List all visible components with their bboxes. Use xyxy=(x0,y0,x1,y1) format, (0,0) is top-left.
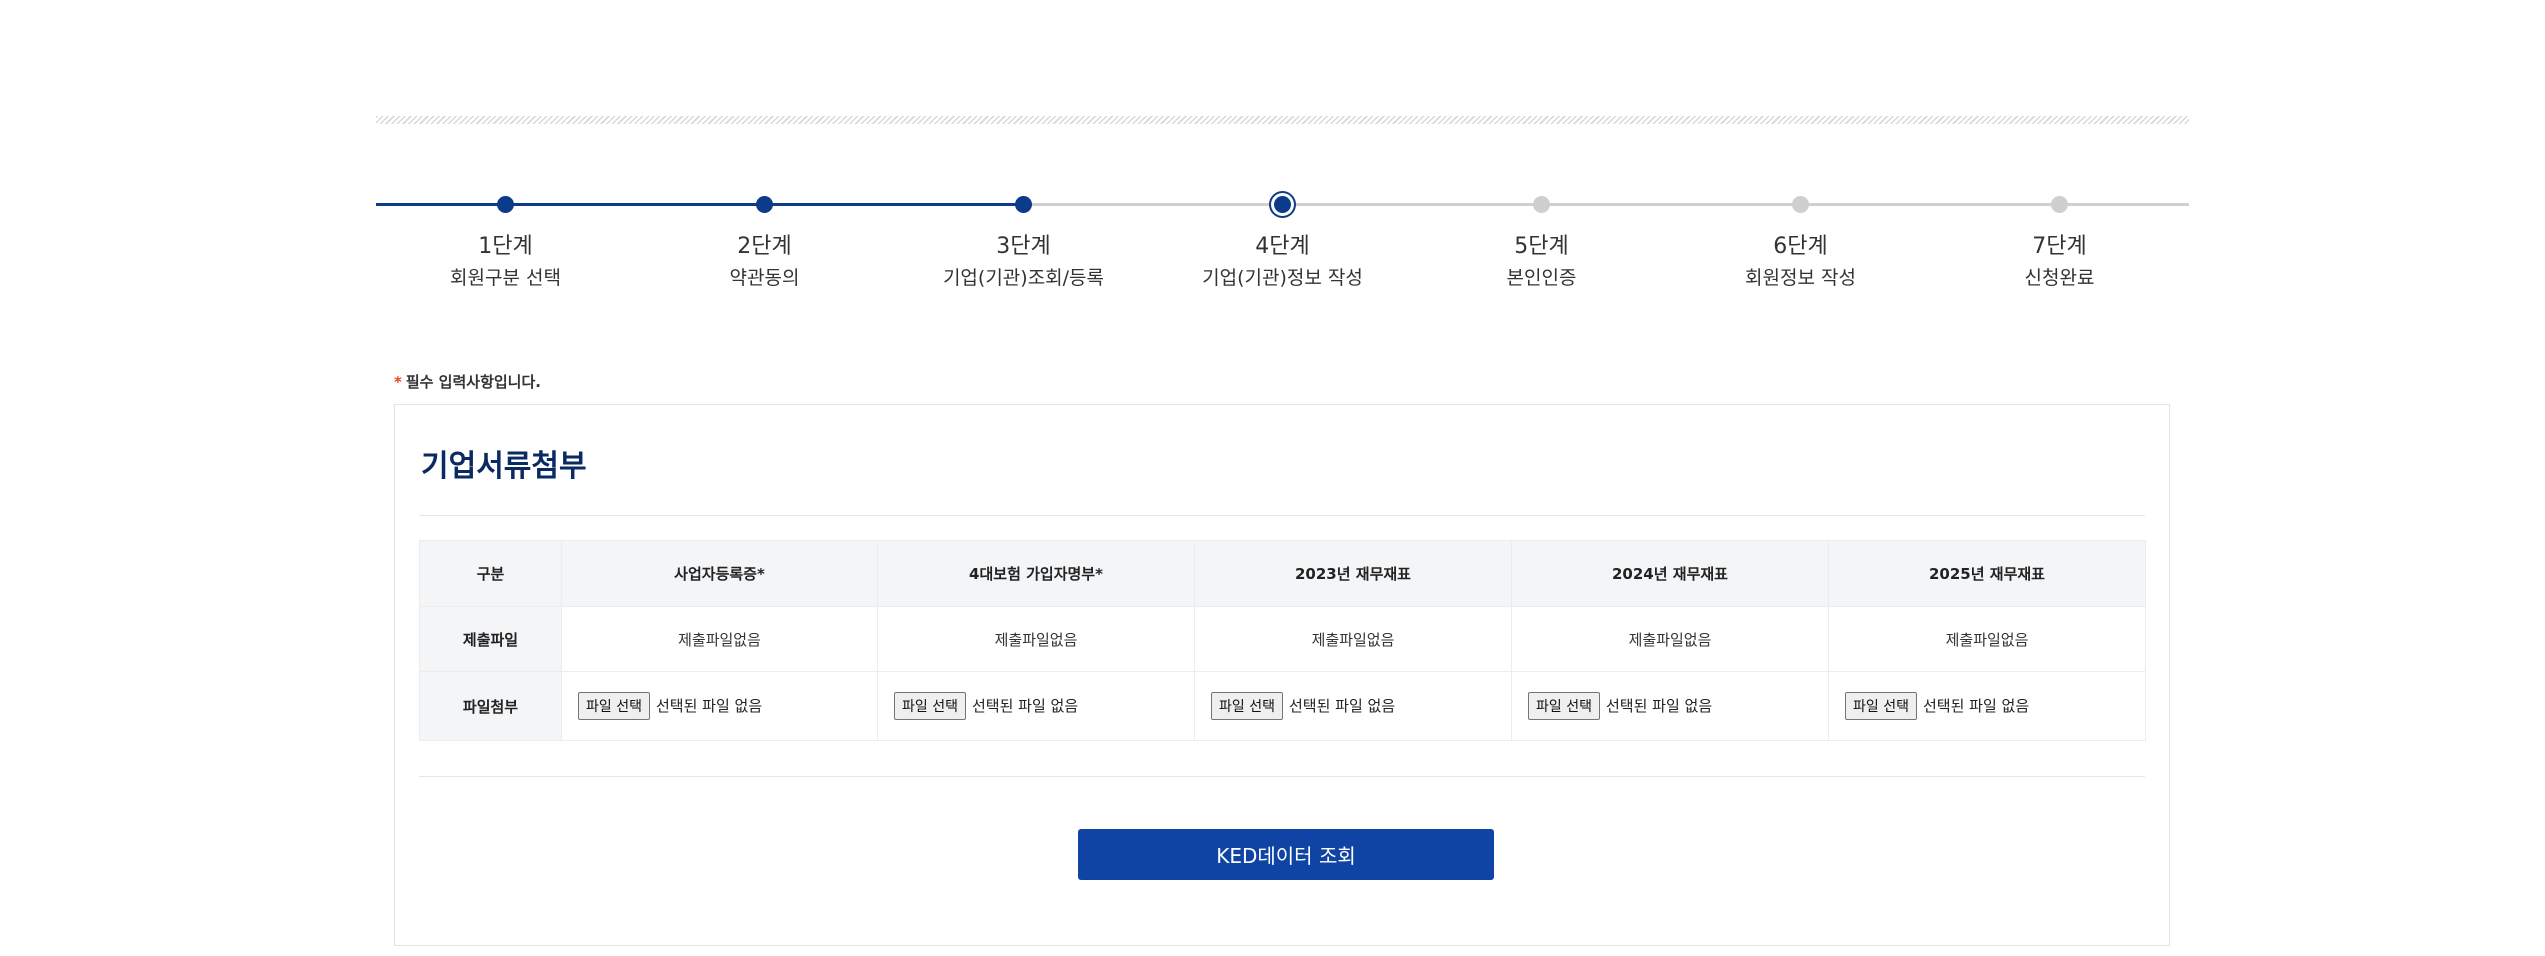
header-business-registration: 사업자등록증* xyxy=(561,540,878,607)
table-row-attach: 파일첨부 파일 선택 선택된 파일 없음 파일 선택 선택된 파일 없음 파일 선택… xyxy=(419,671,2146,741)
row-label-submitted: 제출파일 xyxy=(419,606,562,672)
step-4-name: 기업(기관)정보 작성 xyxy=(1202,267,1363,289)
required-note: * 필수 입력사항입니다. xyxy=(394,371,541,392)
hatch-divider xyxy=(376,116,2189,124)
submitted-file-4: 제출파일없음 xyxy=(1511,606,1829,672)
file-select-button-1[interactable]: 파일 선택 xyxy=(578,692,650,720)
step-5-dot xyxy=(1533,195,1550,213)
table-header-row: 구분 사업자등록증* 4대보험 가입자명부* 2023년 재무재표 2024년 … xyxy=(419,540,2146,607)
file-select-button-2[interactable]: 파일 선택 xyxy=(894,692,966,720)
file-status-5: 선택된 파일 없음 xyxy=(1922,697,2030,715)
document-table: 구분 사업자등록증* 4대보험 가입자명부* 2023년 재무재표 2024년 … xyxy=(419,540,2146,741)
file-select-button-4[interactable]: 파일 선택 xyxy=(1528,692,1600,720)
step-6-name: 회원정보 작성 xyxy=(1745,267,1856,289)
step-7-number: 7단계 xyxy=(2032,234,2087,259)
step-3: 3단계 기업(기관)조회/등록 xyxy=(894,188,1153,290)
step-1-name: 회원구분 선택 xyxy=(450,267,561,289)
step-1-dot xyxy=(497,195,514,213)
ked-data-lookup-button[interactable]: KED데이터 조회 xyxy=(1078,829,1494,880)
step-5-number: 5단계 xyxy=(1514,234,1569,259)
file-input-5: 파일 선택 선택된 파일 없음 xyxy=(1828,671,2146,741)
step-3-name: 기업(기관)조회/등록 xyxy=(942,267,1105,289)
card-bottom-divider xyxy=(419,776,2145,777)
file-input-3: 파일 선택 선택된 파일 없음 xyxy=(1194,671,1512,741)
step-2-number: 2단계 xyxy=(737,234,792,259)
file-status-2: 선택된 파일 없음 xyxy=(971,697,1079,715)
step-3-number: 3단계 xyxy=(996,234,1051,259)
header-financial-2024: 2024년 재무재표 xyxy=(1511,540,1829,607)
submitted-file-1: 제출파일없음 xyxy=(561,606,878,672)
submitted-file-5: 제출파일없음 xyxy=(1828,606,2146,672)
signup-page: 1단계 회원구분 선택 2단계 약관동의 3단계 기업(기관)조회/등록 4단계… xyxy=(0,0,2545,956)
file-input-1: 파일 선택 선택된 파일 없음 xyxy=(561,671,878,741)
header-corner: 구분 xyxy=(419,540,562,607)
step-7-dot xyxy=(2051,195,2068,213)
header-financial-2023: 2023년 재무재표 xyxy=(1194,540,1512,607)
step-6-dot xyxy=(1792,195,1809,213)
step-1: 1단계 회원구분 선택 xyxy=(376,188,635,290)
required-star: * xyxy=(394,373,402,391)
step-progress: 1단계 회원구분 선택 2단계 약관동의 3단계 기업(기관)조회/등록 4단계… xyxy=(376,188,2189,308)
step-7-name: 신청완료 xyxy=(2024,267,2095,289)
document-attach-card: 기업서류첨부 구분 사업자등록증* 4대보험 가입자명부* 2023년 재무재표… xyxy=(394,404,2170,946)
step-3-dot xyxy=(1015,195,1032,213)
step-2-name: 약관동의 xyxy=(729,267,800,289)
step-2: 2단계 약관동의 xyxy=(635,188,894,290)
step-4-dot xyxy=(1274,195,1291,213)
card-top-divider xyxy=(419,515,2145,516)
file-select-button-3[interactable]: 파일 선택 xyxy=(1211,692,1283,720)
header-insurance-roster: 4대보험 가입자명부* xyxy=(877,540,1195,607)
submitted-file-3: 제출파일없음 xyxy=(1194,606,1512,672)
step-2-dot xyxy=(756,195,773,213)
row-label-attach: 파일첨부 xyxy=(419,671,562,741)
file-select-button-5[interactable]: 파일 선택 xyxy=(1845,692,1917,720)
submitted-file-2: 제출파일없음 xyxy=(877,606,1195,672)
required-note-text: 필수 입력사항입니다. xyxy=(405,373,541,391)
header-financial-2025: 2025년 재무재표 xyxy=(1828,540,2146,607)
card-title: 기업서류첨부 xyxy=(421,449,587,484)
file-input-2: 파일 선택 선택된 파일 없음 xyxy=(877,671,1195,741)
step-4-number: 4단계 xyxy=(1255,234,1310,259)
step-5: 5단계 본인인증 xyxy=(1412,188,1671,290)
step-6-number: 6단계 xyxy=(1773,234,1828,259)
file-status-1: 선택된 파일 없음 xyxy=(655,697,763,715)
step-6: 6단계 회원정보 작성 xyxy=(1671,188,1930,290)
step-7: 7단계 신청완료 xyxy=(1930,188,2189,290)
step-4: 4단계 기업(기관)정보 작성 xyxy=(1153,188,1412,290)
table-row-submitted: 제출파일 제출파일없음 제출파일없음 제출파일없음 제출파일없음 제출파일없음 xyxy=(419,606,2146,672)
step-5-name: 본인인증 xyxy=(1506,267,1577,289)
step-1-number: 1단계 xyxy=(478,234,533,259)
file-input-4: 파일 선택 선택된 파일 없음 xyxy=(1511,671,1829,741)
file-status-4: 선택된 파일 없음 xyxy=(1605,697,1713,715)
file-status-3: 선택된 파일 없음 xyxy=(1288,697,1396,715)
